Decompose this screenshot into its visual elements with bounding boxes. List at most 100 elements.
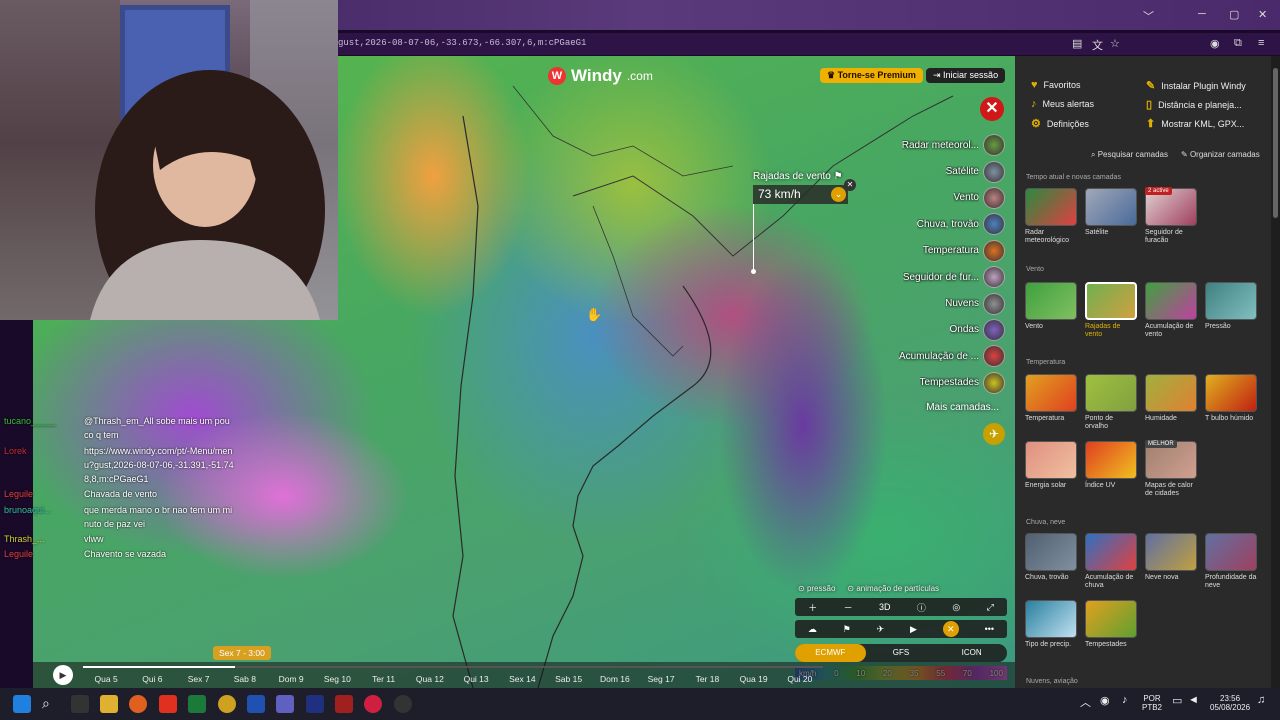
premium-button[interactable]: ♛ Torne-se Premium bbox=[820, 68, 923, 83]
tray-chevron-icon[interactable]: ︿ bbox=[1080, 694, 1091, 710]
timeline-day[interactable]: Qui 6 bbox=[129, 674, 175, 684]
organize-layers-button[interactable]: ✎ Organizar camadas bbox=[1181, 150, 1260, 159]
word-icon[interactable] bbox=[247, 695, 265, 713]
address-bar[interactable]: gust,2026-08-07-06,-33.673,-66.307,6,m:c… bbox=[330, 33, 1280, 55]
layer-tile-t10[interactable]: Humidade bbox=[1145, 374, 1197, 423]
timeline-bar[interactable]: ▶ Sex 7 - 3:00 Qua 5 Qui 6 Sex 7 Sab 8 Dom 9… bbox=[33, 646, 1015, 688]
maximize-button[interactable]: ▢ bbox=[1229, 8, 1239, 21]
model-ecmwf[interactable]: ECMWF bbox=[795, 644, 866, 662]
chat-username[interactable]: tucano_____ bbox=[4, 414, 84, 428]
pressure-toggle[interactable]: ⊙ pressão bbox=[798, 584, 835, 593]
login-button[interactable]: ⇥ Iniciar sessão bbox=[926, 68, 1006, 83]
extensions-icon[interactable]: ⧉ bbox=[1234, 37, 1242, 50]
layer-tile-t16[interactable]: Acumulação de chuva bbox=[1085, 533, 1137, 590]
lc-app-icon[interactable] bbox=[306, 695, 324, 713]
more-layers-link[interactable]: Mais camadas... bbox=[855, 396, 1005, 420]
layer-tile-t9[interactable]: Ponto de orvalho bbox=[1085, 374, 1137, 431]
distance-link[interactable]: ▯ Distância e planeja... bbox=[1146, 98, 1242, 111]
camera-icon[interactable]: ▶ bbox=[910, 624, 917, 635]
kml-link[interactable]: ⬆ Mostrar KML, GPX... bbox=[1146, 117, 1244, 130]
layer-tile-t15[interactable]: Chuva, trovão bbox=[1025, 533, 1077, 582]
airport-icon[interactable]: ✈ bbox=[983, 423, 1005, 445]
picker-value-box[interactable]: 73 km/h ⌄ bbox=[753, 185, 848, 204]
settings-link[interactable]: ⚙ Definições bbox=[1031, 117, 1089, 130]
layer-tile-t19[interactable]: Tipo de precip. bbox=[1025, 600, 1077, 649]
layer-tile-t7[interactable]: Pressão bbox=[1205, 282, 1257, 331]
flag-icon[interactable]: ⚑ bbox=[843, 624, 851, 635]
network-icon[interactable]: ◉ bbox=[1100, 694, 1110, 707]
picker-point[interactable] bbox=[751, 269, 756, 274]
close-window-button[interactable]: ✕ bbox=[1258, 8, 1267, 21]
layer-tile-t13[interactable]: Índice UV bbox=[1085, 441, 1137, 490]
timeline-progress[interactable] bbox=[83, 666, 823, 668]
timeline-day[interactable]: Sab 15 bbox=[546, 674, 592, 684]
timeline-day[interactable]: Dom 16 bbox=[592, 674, 638, 684]
layer-item[interactable]: Vento bbox=[855, 185, 1005, 211]
translate-icon[interactable]: 文 bbox=[1092, 37, 1103, 53]
layer-item[interactable]: Acumulação de ... bbox=[855, 343, 1005, 369]
chrome-icon[interactable] bbox=[218, 695, 236, 713]
search-icon[interactable]: ⌕ bbox=[42, 695, 60, 713]
timeline-day[interactable]: Sex 14 bbox=[499, 674, 545, 684]
file-explorer-icon[interactable] bbox=[100, 695, 118, 713]
timeline-day[interactable]: Qui 13 bbox=[453, 674, 499, 684]
zoom-in-button[interactable]: ＋ bbox=[808, 601, 817, 614]
layer-item[interactable]: Ondas bbox=[855, 317, 1005, 343]
layer-item[interactable]: Seguidor de fur... bbox=[855, 264, 1005, 290]
picker-close-button[interactable]: ✕ bbox=[844, 179, 856, 191]
3d-button[interactable]: 3D bbox=[879, 602, 891, 612]
obs-icon[interactable] bbox=[394, 695, 412, 713]
minimize-icon[interactable]: ﹀ bbox=[1143, 8, 1154, 24]
speaker-icon[interactable]: ◄ bbox=[1188, 694, 1199, 706]
layer-tile-t20[interactable]: Tempestades bbox=[1085, 600, 1137, 649]
layer-tile-t2[interactable]: Satélite bbox=[1085, 188, 1137, 237]
excel-icon[interactable] bbox=[188, 695, 206, 713]
menu-icon[interactable]: ≡ bbox=[1258, 37, 1264, 49]
play-button[interactable]: ▶ bbox=[53, 665, 73, 685]
app-icon[interactable] bbox=[276, 695, 294, 713]
close-icon[interactable]: ✕ bbox=[942, 621, 959, 637]
timeline-day[interactable]: Qua 12 bbox=[407, 674, 453, 684]
layer-tile-t14[interactable]: Mapas de calor de cidades MELHOR bbox=[1145, 440, 1197, 498]
media-player-icon[interactable] bbox=[364, 695, 382, 713]
timeline-day[interactable]: Qui 20 bbox=[777, 674, 823, 684]
brave-icon[interactable] bbox=[159, 695, 177, 713]
layer-item[interactable]: Tempestades bbox=[855, 370, 1005, 396]
plane-icon[interactable]: ✈ bbox=[877, 624, 885, 635]
chat-username[interactable]: brunoaqui... bbox=[4, 503, 84, 517]
layer-tile-t12[interactable]: Energia solar bbox=[1025, 441, 1077, 490]
layer-tile-t5[interactable]: Rajadas de vento bbox=[1085, 282, 1137, 339]
favorites-link[interactable]: ♥ Favoritos bbox=[1031, 79, 1081, 91]
search-layers-button[interactable]: ⌕ Pesquisar camadas bbox=[1091, 150, 1168, 160]
clock[interactable]: 23:56 05/08/2026 bbox=[1210, 694, 1250, 712]
timeline-day[interactable]: Ter 18 bbox=[684, 674, 730, 684]
timeline-day[interactable]: Ter 11 bbox=[361, 674, 407, 684]
layer-tile-t3[interactable]: Seguidor de furacão 2 active bbox=[1145, 187, 1197, 245]
fullscreen-icon[interactable]: ⤢ bbox=[987, 602, 994, 613]
timeline-day[interactable]: Sex 7 bbox=[176, 674, 222, 684]
panel-scrollbar[interactable] bbox=[1271, 56, 1280, 688]
particles-toggle[interactable]: ⊙ animação de partículas bbox=[847, 584, 939, 593]
scrollbar-thumb[interactable] bbox=[1273, 68, 1278, 218]
layer-tile-t1[interactable]: Radar meteorológico bbox=[1025, 188, 1077, 245]
reader-icon[interactable]: ▤ bbox=[1072, 37, 1082, 50]
wifi-icon[interactable]: ▭ bbox=[1172, 694, 1182, 707]
layer-item[interactable]: Radar meteorol... bbox=[855, 132, 1005, 158]
timeline-day[interactable]: Seg 17 bbox=[638, 674, 684, 684]
more-icon[interactable]: ••• bbox=[985, 624, 994, 634]
chat-username[interactable]: Leguile bbox=[4, 487, 84, 501]
chat-username[interactable]: Lorek bbox=[4, 444, 84, 458]
taskview-icon[interactable] bbox=[71, 695, 89, 713]
timeline-day[interactable]: Qua 19 bbox=[731, 674, 777, 684]
firefox-icon[interactable] bbox=[129, 695, 147, 713]
minimize-button[interactable]: ─ bbox=[1198, 8, 1206, 20]
model-icon[interactable]: ICON bbox=[936, 644, 1007, 662]
notification-bell-icon[interactable]: ♫ bbox=[1257, 694, 1265, 706]
weather-icon[interactable]: ☁ bbox=[808, 624, 817, 635]
layer-tile-t11[interactable]: T bulbo húmido bbox=[1205, 374, 1257, 423]
plugin-link[interactable]: ✎ Instalar Plugin Windy bbox=[1146, 79, 1246, 92]
meter-app-icon[interactable] bbox=[335, 695, 353, 713]
timeline-day[interactable]: Seg 10 bbox=[314, 674, 360, 684]
location-icon[interactable]: ◎ bbox=[952, 602, 960, 613]
alerts-link[interactable]: ♪ Meus alertas bbox=[1031, 98, 1094, 110]
